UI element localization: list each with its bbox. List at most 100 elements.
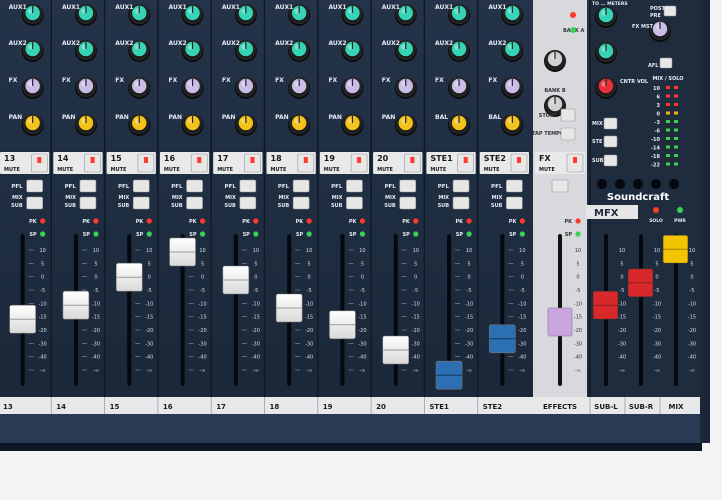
pfl-button[interactable] — [239, 179, 257, 193]
pan-knob[interactable] — [74, 114, 97, 136]
balance-knob[interactable] — [448, 114, 471, 136]
fader-scale-label: 5 — [94, 261, 97, 267]
mix-sub-button[interactable] — [239, 196, 257, 210]
signal-led — [40, 231, 46, 237]
fader-scale-label: -∞ — [466, 368, 472, 374]
mix-sub-button[interactable] — [346, 196, 363, 210]
pfl-button[interactable] — [26, 179, 43, 193]
mix-sub-button[interactable] — [292, 196, 310, 210]
channel-fader[interactable] — [329, 310, 356, 340]
fader-scale-label: -15 — [145, 315, 153, 321]
fx-send-knob[interactable] — [501, 77, 524, 99]
channel-fader[interactable] — [382, 335, 410, 365]
fader-scale-label: 5 — [148, 261, 151, 267]
channel-fader[interactable] — [115, 262, 143, 292]
channel-fader[interactable] — [9, 304, 36, 334]
fader-scale-label: -5 — [200, 288, 205, 294]
balance-knob[interactable] — [501, 114, 524, 136]
fader-scale-label: -30 — [305, 341, 313, 347]
store-label: STORE — [539, 113, 558, 119]
fx-scale-label: -30 — [574, 341, 582, 347]
jack-socket — [669, 179, 679, 189]
master-fader-2[interactable] — [662, 234, 689, 264]
ste-mix-button[interactable] — [603, 135, 618, 148]
post-pre-button[interactable] — [663, 5, 677, 17]
master-fader-1[interactable] — [627, 268, 654, 298]
fader-scale-label: -40 — [92, 355, 100, 361]
pfl-button[interactable] — [79, 179, 97, 193]
pan-knob[interactable] — [288, 114, 311, 136]
channel-fader[interactable] — [275, 293, 303, 323]
pan-knob[interactable] — [341, 114, 364, 136]
pan-knob[interactable] — [181, 114, 204, 136]
mix-sub-button[interactable] — [186, 196, 203, 210]
bank-led — [570, 12, 576, 18]
stereo-fader[interactable] — [489, 324, 516, 354]
fx-send-knob[interactable] — [74, 77, 97, 99]
channel-number: 15 — [111, 154, 123, 163]
knob-label: FX — [382, 77, 391, 84]
mix-sub-button[interactable] — [399, 196, 417, 210]
pfl-button[interactable] — [506, 179, 523, 193]
channel-fader[interactable] — [62, 290, 90, 320]
pfl-button[interactable] — [292, 179, 310, 193]
master-scale-label: 0 — [690, 275, 693, 281]
afl-button[interactable] — [659, 57, 673, 69]
cntr-vol-knob[interactable] — [595, 77, 617, 99]
sub-mix-button[interactable] — [603, 154, 618, 167]
pan-knob[interactable] — [234, 114, 257, 136]
fader-scale-label: 10 — [519, 248, 525, 254]
mute-label: MUTE — [484, 167, 500, 173]
fx-send-knob[interactable] — [234, 77, 257, 99]
solo-label: SOLO — [649, 218, 663, 224]
fader-scale-label: 10 — [199, 248, 205, 254]
fx-fader[interactable] — [547, 307, 573, 337]
channel-number: STE2 — [484, 154, 506, 163]
pfl-button[interactable] — [346, 179, 363, 193]
mix-sub-button[interactable] — [79, 196, 97, 210]
mix-sub-button[interactable] — [132, 196, 150, 210]
stereo-fader[interactable] — [435, 360, 463, 390]
fx-send-knob[interactable] — [288, 77, 311, 99]
fx-send-knob[interactable] — [448, 77, 471, 99]
fader-scale-label: -∞ — [93, 368, 99, 374]
pan-knob[interactable] — [128, 114, 151, 136]
channel-fader[interactable] — [169, 237, 196, 267]
pfl-button[interactable] — [399, 179, 417, 193]
mix-sub-button[interactable] — [452, 196, 470, 210]
store-button[interactable] — [560, 108, 576, 122]
pfl-button[interactable] — [186, 179, 203, 193]
mix-sub-button[interactable] — [506, 196, 523, 210]
bank-led-green — [570, 27, 576, 33]
fader-scale-label: -15 — [305, 315, 313, 321]
pan-knob[interactable] — [394, 114, 417, 136]
fader-scale-label: -40 — [305, 355, 313, 361]
aux2-master-knob[interactable] — [595, 42, 617, 64]
knob-label: BAL — [488, 114, 501, 121]
master-scale-label: 10 — [654, 248, 660, 254]
tap-tempo-button[interactable] — [560, 127, 576, 141]
mix-sub-button[interactable] — [26, 196, 43, 210]
fx-send-knob[interactable] — [341, 77, 364, 99]
aux-master-knob[interactable] — [595, 6, 617, 28]
fx-send-knob[interactable] — [21, 77, 44, 99]
channel-fader[interactable] — [222, 265, 250, 295]
fx-peak-led — [575, 218, 581, 224]
mute-led — [517, 157, 521, 163]
fx-send-knob[interactable] — [394, 77, 417, 99]
fx-send-knob[interactable] — [128, 77, 151, 99]
fx-program-knob[interactable] — [544, 50, 566, 72]
fader-scale-label: -20 — [145, 328, 153, 334]
peak-label: PK — [509, 219, 518, 225]
fx-pfl-button[interactable] — [551, 179, 569, 193]
signal-label: SP — [456, 232, 464, 238]
fader-scale-label: -15 — [358, 315, 366, 321]
meter-title: MIX / SOLO — [652, 76, 683, 82]
pfl-button[interactable] — [452, 179, 470, 193]
fx-mix-sub-button[interactable] — [603, 117, 618, 130]
master-fader-0[interactable] — [592, 290, 619, 320]
pfl-button[interactable] — [132, 179, 150, 193]
fx-send-knob[interactable] — [181, 77, 204, 99]
knob-label: AUX2 — [62, 40, 80, 47]
pan-knob[interactable] — [21, 114, 44, 136]
